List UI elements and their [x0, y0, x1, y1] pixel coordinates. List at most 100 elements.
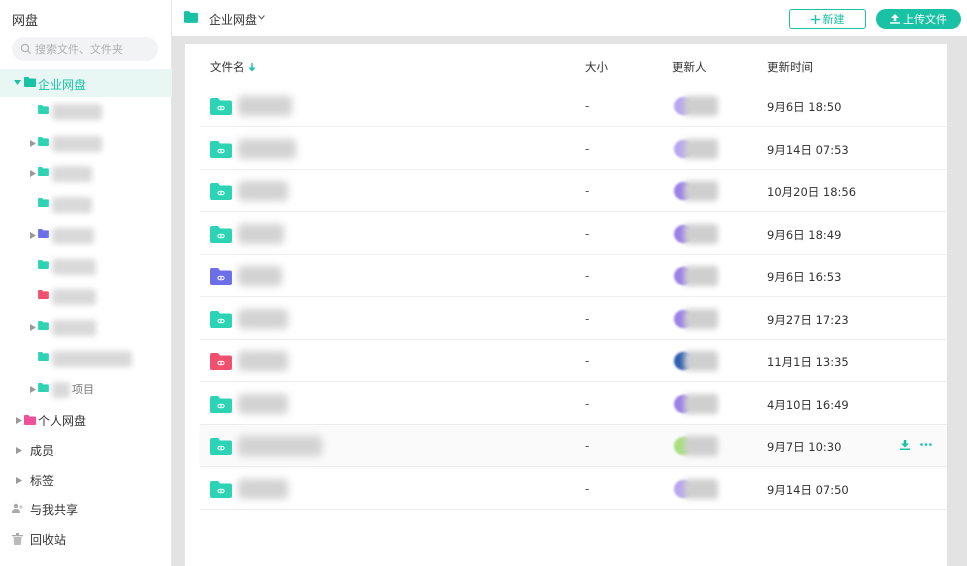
caret-right-icon[interactable] [30, 170, 36, 177]
sidebar-item-recycle-bin[interactable]: 回收站 [0, 527, 172, 551]
redacted-updater-name [684, 393, 718, 414]
more-icon[interactable] [920, 443, 932, 446]
redacted-updater-name [684, 266, 718, 286]
search-input[interactable]: 搜索文件、文件夹 [12, 37, 158, 61]
updated-time: 9月14日 07:53 [767, 142, 849, 157]
table-row[interactable]: - 9月14日 07:53 [200, 128, 947, 170]
shared-folder-icon [38, 229, 49, 238]
redacted-name [52, 351, 132, 367]
breadcrumb[interactable]: 企业网盘 [209, 11, 257, 28]
updated-time: 11月1日 13:35 [767, 355, 849, 369]
search-placeholder: 搜索文件、文件夹 [35, 43, 123, 56]
redacted-updater-name [684, 96, 718, 116]
sidebar-tree-item[interactable] [0, 348, 172, 370]
caret-right-icon[interactable] [30, 232, 36, 239]
redacted-file-name[interactable] [238, 266, 282, 286]
sort-down-icon[interactable] [248, 63, 256, 72]
redacted-updater-name [684, 351, 718, 371]
redacted-updater-name [684, 308, 718, 329]
sidebar-item-label: 企业网盘 [38, 78, 87, 92]
redacted-updater-name [684, 478, 718, 499]
sidebar-tree-item-label: 项目 [72, 383, 94, 396]
redacted-updater-name [684, 436, 718, 456]
caret-right-icon[interactable] [16, 447, 22, 454]
file-size: - [585, 226, 590, 241]
redacted-file-name[interactable] [238, 223, 284, 244]
redacted-file-name[interactable] [238, 308, 288, 329]
table-row[interactable]: - 9月27日 17:23 [200, 298, 947, 340]
sidebar-tree-item[interactable] [0, 286, 172, 308]
folder-icon [210, 395, 232, 413]
file-size: - [585, 396, 590, 411]
folder-icon [210, 268, 232, 285]
sidebar-item-personal-drive[interactable]: 个人网盘 [0, 408, 172, 432]
file-size: - [585, 184, 590, 198]
download-icon[interactable] [900, 440, 910, 450]
updated-time: 4月10日 16:49 [767, 397, 849, 412]
sidebar-item-members[interactable]: 成员 [0, 438, 172, 462]
table-row[interactable]: - 9月14日 07:50 [200, 468, 947, 510]
caret-right-icon[interactable] [30, 386, 36, 393]
redacted-name [52, 259, 96, 275]
table-row[interactable]: - 9月6日 18:49 [200, 213, 947, 255]
sidebar-item-label: 成员 [30, 444, 55, 458]
sidebar-item-shared-with-me[interactable]: 与我共享 [0, 497, 172, 521]
redacted-updater-name [684, 138, 718, 159]
folder-icon [184, 11, 198, 23]
table-row[interactable]: - 9月6日 18:50 [200, 85, 947, 127]
column-header-time[interactable]: 更新时间 [767, 59, 813, 75]
sidebar-tree-item[interactable] [0, 101, 172, 123]
updated-time: 10月20日 18:56 [767, 185, 857, 199]
file-size: - [585, 354, 590, 368]
file-size: - [585, 439, 590, 453]
redacted-name [52, 228, 94, 244]
column-header-updater[interactable]: 更新人 [672, 59, 707, 75]
updated-time: 9月7日 10:30 [767, 440, 842, 454]
shared-folder-icon [38, 383, 49, 392]
redacted-file-name[interactable] [238, 393, 288, 414]
redacted-file-name[interactable] [238, 96, 292, 116]
folder-icon [210, 183, 232, 200]
table-row[interactable]: - 4月10日 16:49 [200, 383, 947, 425]
redacted-file-name[interactable] [238, 181, 288, 201]
redacted-file-name[interactable] [238, 436, 322, 456]
column-header-name[interactable]: 文件名 [210, 59, 256, 75]
sidebar-tree-item[interactable] [0, 194, 172, 216]
shared-folder-icon [38, 198, 49, 207]
sidebar-item-tags[interactable]: 标签 [0, 468, 172, 492]
table-row[interactable]: - 10月20日 18:56 [200, 170, 947, 212]
folder-icon [210, 140, 232, 158]
sidebar-tree-item[interactable] [0, 317, 172, 339]
caret-right-icon[interactable] [16, 417, 22, 424]
chevron-down-icon[interactable] [258, 15, 265, 20]
file-size: - [585, 99, 590, 113]
sidebar-item-label: 个人网盘 [38, 414, 87, 428]
file-size: - [585, 141, 590, 156]
upload-button[interactable]: 上传文件 [876, 9, 961, 29]
column-header-size[interactable]: 大小 [585, 59, 608, 75]
folder-icon [210, 438, 232, 455]
caret-down-icon[interactable] [14, 79, 21, 86]
table-row[interactable]: - 9月6日 16:53 [200, 255, 947, 297]
file-size: - [585, 269, 590, 283]
sidebar-tree-item[interactable] [0, 163, 172, 185]
table-row[interactable]: - 11月1日 13:35 [200, 340, 947, 382]
sidebar-tree-item[interactable] [0, 256, 172, 278]
column-header-label: 文件名 [210, 60, 245, 74]
redacted-file-name[interactable] [238, 138, 296, 159]
redacted-file-name[interactable] [238, 351, 288, 371]
new-button[interactable]: 新建 [789, 9, 866, 29]
caret-right-icon[interactable] [30, 324, 36, 331]
caret-right-icon[interactable] [30, 140, 36, 147]
caret-right-icon[interactable] [16, 477, 22, 484]
folder-icon [210, 353, 232, 370]
sidebar-tree-item[interactable]: 项目 [0, 379, 172, 401]
sidebar-item-label: 回收站 [30, 533, 67, 547]
table-row[interactable]: - 9月7日 10:30 [200, 425, 947, 467]
redacted-name [52, 104, 102, 120]
sidebar-tree-item[interactable] [0, 133, 172, 155]
redacted-file-name[interactable] [238, 478, 288, 499]
plus-icon [810, 14, 820, 24]
sidebar-item-enterprise-drive[interactable]: 企业网盘 [0, 69, 172, 97]
sidebar-tree-item[interactable] [0, 225, 172, 247]
